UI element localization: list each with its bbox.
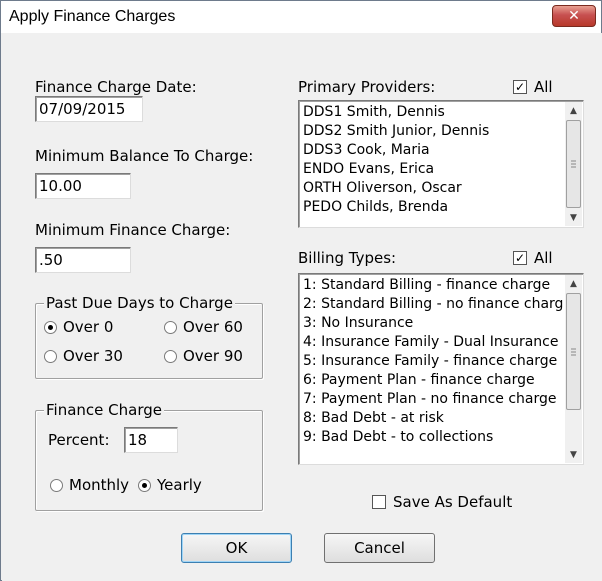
radio-label: Monthly [69, 476, 130, 494]
percent-label: Percent: [48, 431, 110, 449]
finance-charge-group-title: Finance Charge [44, 401, 164, 419]
billing-type-list-item[interactable]: 1: Standard Billing - finance charge [303, 276, 563, 295]
window-title: Apply Finance Charges [9, 8, 176, 25]
save-as-default-checkbox[interactable]: Save As Default [372, 493, 512, 511]
dialog-client: Finance Charge Date: 07/09/2015 Minimum … [2, 33, 602, 581]
provider-list-item[interactable]: PEDO Childs, Brenda [303, 198, 563, 217]
radio-button-icon [164, 349, 177, 363]
scroll-up-icon[interactable]: ▲ [565, 102, 582, 119]
provider-list-item[interactable]: DDS2 Smith Junior, Dennis [303, 122, 563, 141]
checkbox-checked-icon: ✓ [513, 251, 527, 265]
close-icon: ✕ [568, 8, 580, 24]
min-balance-field[interactable]: 10.00 [35, 173, 131, 199]
billing-type-list-item[interactable]: 9: Bad Debt - to collections [303, 428, 563, 447]
billing-type-list-item[interactable]: 7: Payment Plan - no finance charge [303, 390, 563, 409]
min-finance-charge-field[interactable]: .50 [35, 247, 131, 273]
scroll-down-icon[interactable]: ▼ [565, 209, 582, 226]
radio-label: Over 90 [183, 347, 243, 365]
billing-all-checkbox[interactable]: ✓ All [513, 249, 553, 267]
radio-label: Yearly [157, 476, 202, 494]
radio-over-0[interactable]: Over 0 [44, 318, 113, 336]
primary-providers-label: Primary Providers: [298, 78, 436, 96]
radio-button-icon [44, 349, 57, 363]
radio-over-60[interactable]: Over 60 [164, 318, 243, 336]
billing-type-list-item[interactable]: 2: Standard Billing - no finance charge [303, 295, 563, 314]
past-due-group: Past Due Days to Charge Over 0 Over 60 O… [35, 294, 263, 379]
radio-label: Over 0 [63, 318, 114, 336]
providers-scrollbar[interactable]: ▲ ▼ [565, 102, 582, 226]
billing-scrollbar[interactable]: ▲ ▼ [565, 275, 582, 463]
ok-button[interactable]: OK [181, 533, 292, 563]
billing-type-list-item[interactable]: 5: Insurance Family - finance charge [303, 352, 563, 371]
scroll-down-icon[interactable]: ▼ [565, 446, 582, 463]
provider-list-item[interactable]: DDS1 Smith, Dennis [303, 103, 563, 122]
past-due-group-title: Past Due Days to Charge [44, 294, 235, 312]
close-button[interactable]: ✕ [552, 5, 596, 27]
provider-list-item[interactable]: ORTH Oliverson, Oscar [303, 179, 563, 198]
radio-yearly[interactable]: Yearly [138, 476, 202, 494]
provider-list-item[interactable]: DDS3 Cook, Maria [303, 141, 563, 160]
save-as-default-label: Save As Default [393, 493, 513, 511]
radio-label: Over 60 [183, 318, 243, 336]
billing-types-list: 1: Standard Billing - finance charge 2: S… [303, 276, 563, 447]
cancel-button[interactable]: Cancel [324, 533, 435, 563]
checkbox-checked-icon: ✓ [513, 80, 527, 94]
radio-button-icon [50, 478, 63, 492]
min-finance-charge-label: Minimum Finance Charge: [35, 221, 231, 239]
radio-label: Over 30 [63, 347, 123, 365]
dialog-window: Apply Finance Charges ✕ Finance Charge D… [0, 0, 602, 581]
billing-type-list-item[interactable]: 6: Payment Plan - finance charge [303, 371, 563, 390]
radio-over-30[interactable]: Over 30 [44, 347, 123, 365]
scroll-thumb[interactable] [566, 293, 581, 410]
billing-type-list-item[interactable]: 8: Bad Debt - at risk [303, 409, 563, 428]
radio-monthly[interactable]: Monthly [50, 476, 129, 494]
providers-list: DDS1 Smith, Dennis DDS2 Smith Junior, Den… [303, 103, 563, 217]
billing-types-listbox[interactable]: 1: Standard Billing - finance charge 2: S… [298, 273, 584, 465]
radio-button-icon [44, 320, 57, 334]
percent-field[interactable]: 18 [124, 427, 178, 453]
billing-type-list-item[interactable]: 4: Insurance Family - Dual Insurance [303, 333, 563, 352]
radio-button-icon [138, 478, 151, 492]
billing-all-label: All [534, 249, 553, 267]
radio-button-icon [164, 320, 177, 334]
providers-all-checkbox[interactable]: ✓ All [513, 78, 553, 96]
billing-type-list-item[interactable]: 3: No Insurance [303, 314, 563, 333]
checkbox-unchecked-icon [372, 495, 386, 509]
radio-over-90[interactable]: Over 90 [164, 347, 243, 365]
providers-listbox[interactable]: DDS1 Smith, Dennis DDS2 Smith Junior, Den… [298, 100, 584, 228]
providers-all-label: All [534, 78, 553, 96]
title-bar[interactable]: Apply Finance Charges ✕ [1, 1, 601, 33]
provider-list-item[interactable]: ENDO Evans, Erica [303, 160, 563, 179]
billing-types-label: Billing Types: [298, 249, 397, 267]
finance-charge-date-label: Finance Charge Date: [35, 78, 197, 96]
finance-charge-date-field[interactable]: 07/09/2015 [35, 96, 143, 122]
scroll-up-icon[interactable]: ▲ [565, 275, 582, 292]
scroll-thumb[interactable] [566, 120, 581, 208]
finance-charge-group: Finance Charge Percent: 18 Monthly Yearl… [35, 401, 263, 511]
min-balance-label: Minimum Balance To Charge: [35, 147, 254, 165]
